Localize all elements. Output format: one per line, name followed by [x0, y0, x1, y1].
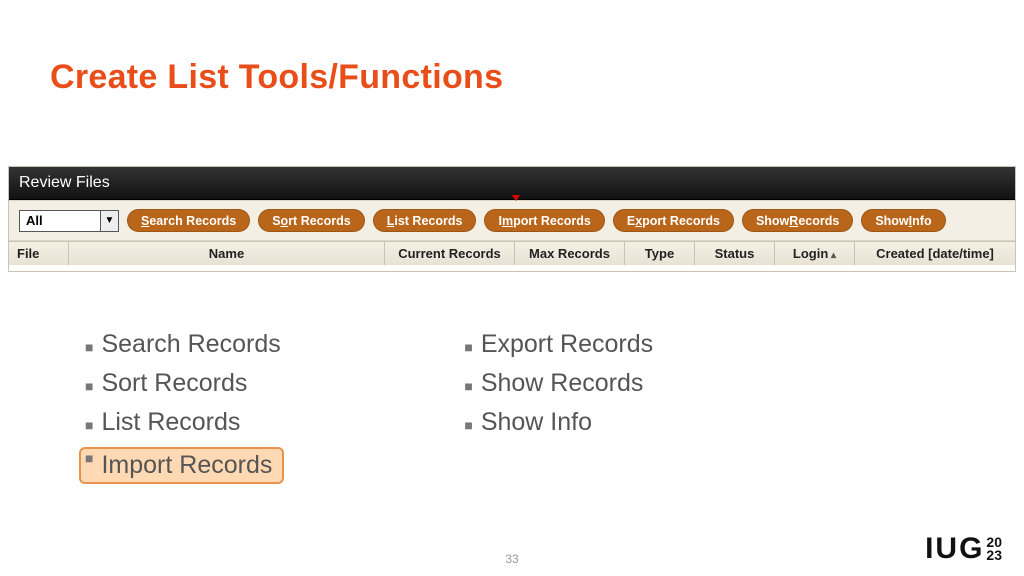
- show-records-button[interactable]: Show Records: [742, 209, 853, 232]
- col-current-records[interactable]: Current Records: [385, 242, 515, 265]
- bullet-square-icon: ■: [85, 451, 93, 480]
- bullet-item: ■ List Records: [85, 408, 284, 437]
- sort-records-button[interactable]: Sort Records: [258, 209, 365, 232]
- caret-icon: [512, 195, 520, 201]
- bullet-label: Show Records: [481, 369, 644, 397]
- bullet-item: ■ Export Records: [464, 330, 653, 359]
- bullet-item: ■ Show Records: [464, 369, 653, 398]
- filter-dropdown[interactable]: All ▼: [19, 210, 119, 232]
- col-max-records[interactable]: Max Records: [515, 242, 625, 265]
- slide-title: Create List Tools/Functions: [50, 58, 503, 97]
- col-file[interactable]: File: [9, 242, 69, 265]
- slide: Create List Tools/Functions Review Files…: [0, 0, 1024, 576]
- bullet-item: ■ Show Info: [464, 408, 653, 437]
- table-body-empty: [9, 265, 1015, 271]
- toolbar: All ▼ Search Records Sort Records List R…: [9, 200, 1015, 241]
- bullet-label: Export Records: [481, 330, 653, 358]
- bullet-square-icon: ■: [464, 417, 472, 433]
- bullet-col-right: ■ Export Records ■ Show Records ■ Show Info: [464, 330, 653, 484]
- col-type[interactable]: Type: [625, 242, 695, 265]
- bullet-label: Search Records: [101, 330, 280, 358]
- show-info-button[interactable]: Show Info: [861, 209, 945, 232]
- bullet-item: ■ Import Records: [85, 447, 284, 484]
- bullet-square-icon: ■: [85, 339, 93, 355]
- col-name[interactable]: Name: [69, 242, 385, 265]
- logo-year: 20 23: [986, 536, 1002, 561]
- col-created[interactable]: Created [date/time]: [855, 242, 1015, 265]
- chevron-down-icon: ▼: [100, 211, 118, 231]
- export-records-button[interactable]: Export Records: [613, 209, 734, 232]
- bullet-item: ■ Sort Records: [85, 369, 284, 398]
- table-header-row: File Name Current Records Max Records Ty…: [9, 241, 1015, 265]
- bullet-square-icon: ■: [85, 417, 93, 433]
- bullet-square-icon: ■: [85, 378, 93, 394]
- bullet-square-icon: ■: [464, 339, 472, 355]
- bullet-columns: ■ Search Records ■ Sort Records ■ List Record…: [85, 330, 653, 484]
- import-records-button[interactable]: Import Records: [484, 209, 604, 232]
- bullet-square-icon: ■: [464, 378, 472, 394]
- app-screenshot: Review Files All ▼ Search Records Sort R…: [8, 166, 1016, 272]
- iug-logo: IUG 20 23: [925, 532, 1002, 566]
- bullet-item: ■ Search Records: [85, 330, 284, 359]
- col-login[interactable]: Login: [775, 242, 855, 265]
- logo-text: IUG: [925, 532, 984, 566]
- bullet-label: Sort Records: [101, 369, 247, 397]
- col-status[interactable]: Status: [695, 242, 775, 265]
- list-records-button[interactable]: List Records: [373, 209, 477, 232]
- bullet-col-left: ■ Search Records ■ Sort Records ■ List Record…: [85, 330, 284, 484]
- filter-dropdown-label: All: [20, 213, 100, 228]
- bullet-label: Show Info: [481, 408, 592, 436]
- page-number: 33: [505, 552, 518, 566]
- bullet-label: Import Records: [101, 451, 272, 480]
- search-records-button[interactable]: Search Records: [127, 209, 250, 232]
- bullet-label: List Records: [101, 408, 240, 436]
